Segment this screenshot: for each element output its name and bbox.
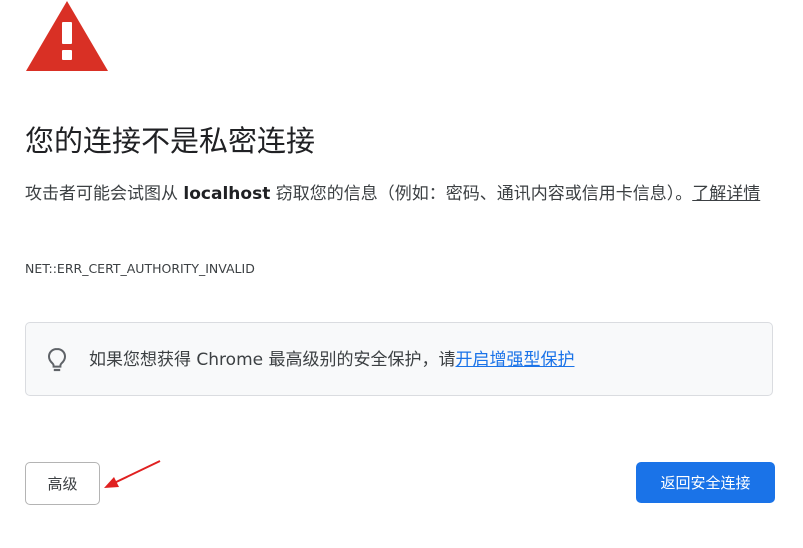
lightbulb-icon: [47, 347, 67, 372]
enhanced-protection-promo: 如果您想获得 Chrome 最高级别的安全保护，请开启增强型保护: [25, 322, 773, 396]
warning-icon: [26, 1, 108, 71]
host-name: localhost: [183, 184, 271, 204]
promo-text: 如果您想获得 Chrome 最高级别的安全保护，请开启增强型保护: [89, 347, 575, 373]
annotation-arrow-icon: [104, 460, 161, 488]
page-title: 您的连接不是私密连接: [25, 124, 316, 158]
advanced-button[interactable]: 高级: [25, 462, 100, 505]
learn-more-link[interactable]: 了解详情: [692, 184, 760, 204]
promo-message: 如果您想获得 Chrome 最高级别的安全保护，请: [89, 350, 456, 370]
message-text-after: 窃取您的信息（例如：密码、通讯内容或信用卡信息）。: [270, 184, 693, 204]
error-message: 攻击者可能会试图从 localhost 窃取您的信息（例如：密码、通讯内容或信用…: [25, 178, 780, 210]
interstitial-page: 您的连接不是私密连接 攻击者可能会试图从 localhost 窃取您的信息（例如…: [0, 0, 803, 548]
message-text-before: 攻击者可能会试图从: [25, 184, 184, 204]
back-to-safety-button[interactable]: 返回安全连接: [636, 462, 775, 503]
enhanced-protection-link[interactable]: 开启增强型保护: [456, 350, 575, 370]
error-code: NET::ERR_CERT_AUTHORITY_INVALID: [25, 261, 255, 276]
